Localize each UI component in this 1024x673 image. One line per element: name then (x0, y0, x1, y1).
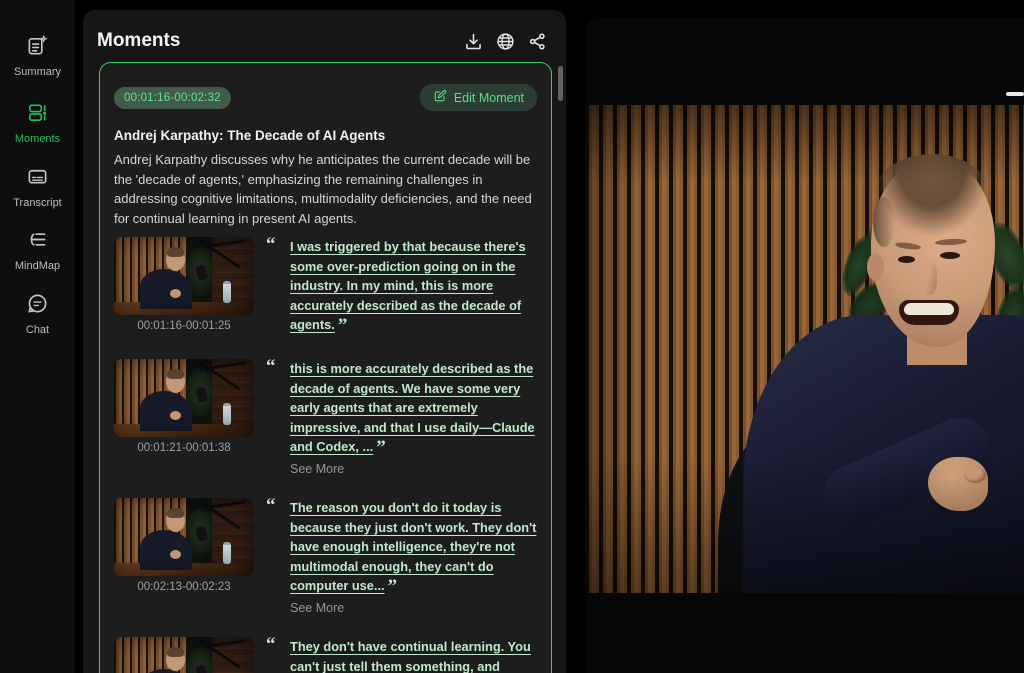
video-frame (585, 105, 1024, 593)
sidebar-item-label: MindMap (0, 260, 75, 272)
quote-link[interactable]: They don't have continual learning. You … (290, 639, 531, 673)
summary-icon (26, 44, 49, 61)
close-quote-mark: ” (338, 315, 348, 336)
moments-icon (26, 111, 49, 128)
moment-time-badge: 00:01:16-00:02:32 (114, 87, 231, 109)
open-quote-mark: “ (266, 495, 276, 517)
edit-moment-button[interactable]: Edit Moment (420, 84, 537, 111)
sidebar-item-label: Transcript (0, 197, 75, 209)
open-quote-mark: “ (266, 234, 276, 256)
quote-thumbnail[interactable] (114, 237, 254, 315)
quote-row: “ They don't have continual learning. You… (114, 637, 537, 673)
quote-row: 00:02:13-00:02:23 “ The reason you don't … (114, 498, 537, 615)
sidebar-item-transcript[interactable]: Transcript (0, 165, 75, 209)
app-window: Summary Moments Transcript (0, 0, 1024, 673)
close-quote-mark: ” (376, 437, 386, 458)
close-quote-mark: ” (388, 576, 398, 597)
sidebar-item-label: Chat (0, 324, 75, 336)
sidebar-item-label: Summary (0, 66, 75, 78)
quote-timestamp: 00:01:21-00:01:38 (114, 442, 254, 454)
panel-toolbar (463, 31, 548, 52)
edit-moment-label: Edit Moment (454, 91, 524, 105)
globe-icon[interactable] (495, 31, 516, 52)
sidebar-item-label: Moments (0, 133, 75, 145)
download-icon[interactable] (463, 31, 484, 52)
quote-link[interactable]: The reason you don't do it today is beca… (290, 500, 536, 593)
quote-thumbnail[interactable] (114, 498, 254, 576)
panel-scrollbar[interactable] (558, 66, 563, 101)
open-quote-mark: “ (266, 356, 276, 378)
quote-thumbnail[interactable] (114, 359, 254, 437)
see-more-link[interactable]: See More (266, 462, 537, 476)
quote-list: 00:01:16-00:01:25 “ I was triggered by th… (114, 237, 537, 673)
video-player[interactable] (585, 18, 1024, 673)
sidebar: Summary Moments Transcript (0, 0, 75, 673)
sidebar-item-summary[interactable]: Summary (0, 34, 75, 78)
panel-header: Moments (83, 10, 566, 62)
sidebar-item-moments[interactable]: Moments (0, 101, 75, 145)
edit-pencil-icon (433, 89, 447, 106)
panel-title: Moments (97, 30, 463, 52)
moment-card: 00:01:16-00:02:32 Edit Moment Andrej Kar… (99, 62, 552, 673)
video-edge-highlight (1006, 92, 1024, 96)
quote-timestamp: 00:02:13-00:02:23 (114, 581, 254, 593)
quote-link[interactable]: I was triggered by that because there's … (290, 239, 526, 332)
quote-timestamp: 00:01:16-00:01:25 (114, 320, 254, 332)
moment-description: Andrej Karpathy discusses why he anticip… (114, 150, 537, 228)
quote-link[interactable]: this is more accurately described as the… (290, 361, 535, 454)
moments-panel: Moments (83, 10, 566, 673)
moment-title: Andrej Karpathy: The Decade of AI Agents (114, 128, 537, 143)
quote-row: 00:01:16-00:01:25 “ I was triggered by th… (114, 237, 537, 337)
sidebar-item-chat[interactable]: Chat (0, 292, 75, 336)
chat-icon (26, 302, 49, 319)
mindmap-icon (26, 238, 49, 255)
share-icon[interactable] (527, 31, 548, 52)
quote-thumbnail[interactable] (114, 637, 254, 673)
quote-row: 00:01:21-00:01:38 “ this is more accurate… (114, 359, 537, 476)
open-quote-mark: “ (266, 634, 276, 656)
sidebar-item-mindmap[interactable]: MindMap (0, 228, 75, 272)
see-more-link[interactable]: See More (266, 601, 537, 615)
transcript-icon (26, 175, 49, 192)
